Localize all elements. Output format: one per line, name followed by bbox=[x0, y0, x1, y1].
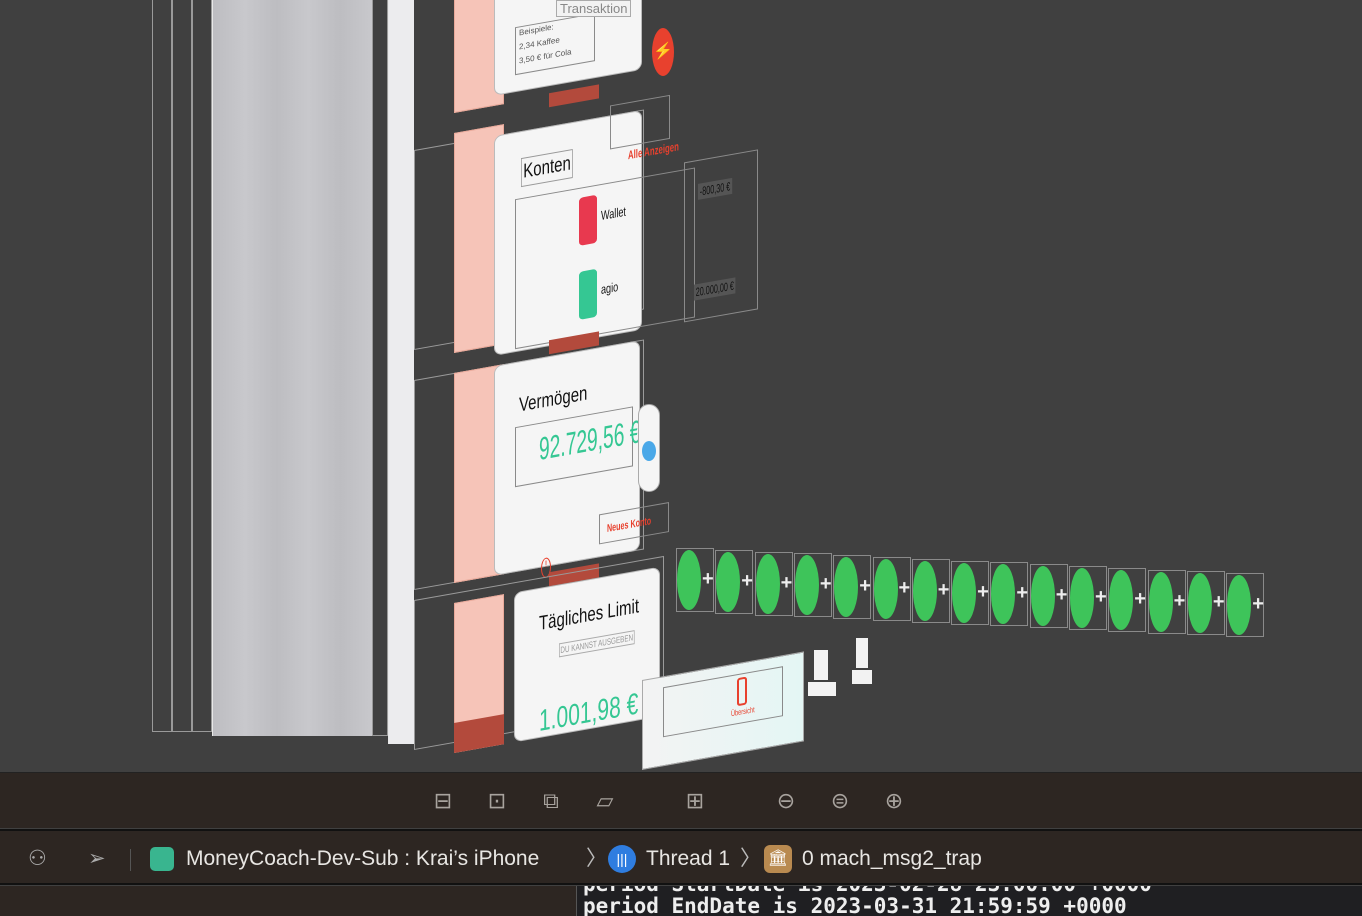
add-button[interactable] bbox=[912, 560, 937, 621]
transaction-header: Transaktion bbox=[556, 0, 632, 17]
toggle-breakpoints-icon[interactable]: ⚇ bbox=[28, 845, 47, 873]
zoom-out-icon[interactable]: ⊖ bbox=[772, 787, 800, 815]
console-area: period StartDate is 2023-02-28 23:00:00 … bbox=[0, 886, 1362, 916]
plus-icon: + bbox=[1055, 584, 1068, 607]
account-name[interactable]: agio bbox=[601, 279, 618, 297]
daily-limit-title: Tägliches Limit bbox=[539, 595, 640, 635]
layout-grid-icon[interactable]: ⊞ bbox=[681, 787, 709, 815]
scroll-view-layer bbox=[388, 0, 414, 744]
add-button[interactable] bbox=[1030, 566, 1055, 627]
piggy-bank-icon[interactable] bbox=[638, 404, 660, 492]
breadcrumb-frame[interactable]: 0 mach_msg2_trap bbox=[802, 845, 982, 873]
console-output[interactable]: period StartDate is 2023-02-28 23:00:00 … bbox=[576, 886, 1362, 916]
plus-icon: + bbox=[937, 578, 950, 601]
layer-frame bbox=[192, 0, 212, 732]
view-hierarchy-canvas[interactable]: Beispiele: 2,34 Kaffee 3,50 € für Cola T… bbox=[0, 0, 1362, 772]
vermoegen-card: Vermögen 92.729,56 € Neues Konto ! bbox=[494, 340, 669, 579]
orient-3d-icon[interactable]: ▱ bbox=[591, 787, 619, 815]
actual-size-icon[interactable]: ⊜ bbox=[826, 787, 854, 815]
stack-frame-icon: 🏛 bbox=[764, 845, 792, 873]
overview-tab-icon[interactable] bbox=[737, 676, 747, 707]
console-line: period EndDate is 2023-03-31 21:59:59 +0… bbox=[583, 894, 1127, 916]
add-button[interactable] bbox=[755, 553, 780, 614]
plus-icon: + bbox=[977, 580, 989, 603]
debug-bar: ⚇ ➢ MoneyCoach-Dev-Sub : Krai’s iPhone 〉… bbox=[0, 829, 1362, 885]
add-button[interactable] bbox=[1148, 571, 1173, 632]
tab-item-layer bbox=[814, 650, 828, 680]
tab-bar-layer: Übersicht bbox=[642, 651, 804, 770]
add-button[interactable] bbox=[794, 555, 819, 616]
account-color-giro bbox=[579, 268, 597, 320]
add-button[interactable] bbox=[677, 550, 701, 610]
plus-icon: + bbox=[819, 573, 832, 596]
vermoegen-title: Vermögen bbox=[519, 382, 588, 417]
thread-icon: ||| bbox=[608, 845, 636, 873]
plus-icon: + bbox=[1016, 582, 1029, 605]
bolt-icon[interactable]: ⚡ bbox=[652, 28, 674, 76]
show-clipped-content-icon[interactable]: ⊟ bbox=[429, 787, 457, 815]
plus-icon: + bbox=[1212, 591, 1225, 614]
debug-view-toolbar: ⊟ ⊡ ⧉ ▱ ⊞ ⊖ ⊜ ⊕ bbox=[0, 772, 1362, 828]
add-button[interactable] bbox=[1070, 568, 1094, 628]
zoom-in-icon[interactable]: ⊕ bbox=[880, 787, 908, 815]
simulate-location-icon[interactable]: ➢ bbox=[88, 845, 106, 873]
account-color-wallet bbox=[579, 194, 597, 246]
chevron-right-icon: 〉 bbox=[740, 847, 761, 870]
breadcrumb-app[interactable]: MoneyCoach-Dev-Sub : Krai’s iPhone bbox=[186, 845, 539, 873]
add-button[interactable] bbox=[873, 559, 898, 619]
plus-icon: + bbox=[1095, 586, 1107, 608]
konten-title: Konten bbox=[521, 148, 574, 188]
plus-icon: + bbox=[1173, 589, 1186, 612]
plus-icon: + bbox=[898, 577, 911, 599]
breadcrumb-thread[interactable]: Thread 1 bbox=[646, 845, 730, 873]
window-layers bbox=[212, 0, 372, 736]
add-button[interactable] bbox=[1187, 573, 1212, 634]
plus-icon: + bbox=[1134, 587, 1146, 610]
plus-icon: + bbox=[702, 568, 714, 590]
daily-limit-subtitle: DU KANNST AUSGEBEN bbox=[559, 630, 635, 658]
layer-frame bbox=[372, 0, 388, 736]
plus-icon: + bbox=[859, 575, 871, 598]
show-constraints-icon[interactable]: ⊡ bbox=[483, 787, 511, 815]
chevron-right-icon: 〉 bbox=[586, 847, 607, 870]
app-icon bbox=[150, 847, 174, 871]
daily-limit-card: Tägliches Limit DU KANNST AUSGEBEN 1.001… bbox=[514, 566, 660, 743]
plus-icon: + bbox=[1252, 593, 1264, 616]
layer-frame bbox=[152, 0, 172, 732]
layer-frame bbox=[172, 0, 192, 732]
change-canvas-mode-icon[interactable]: ⧉ bbox=[537, 787, 565, 815]
daily-limit-amount: 1.001,98 € bbox=[539, 687, 639, 738]
add-button[interactable] bbox=[952, 562, 977, 623]
plus-icon: + bbox=[780, 571, 793, 594]
plus-icon: + bbox=[741, 569, 753, 592]
